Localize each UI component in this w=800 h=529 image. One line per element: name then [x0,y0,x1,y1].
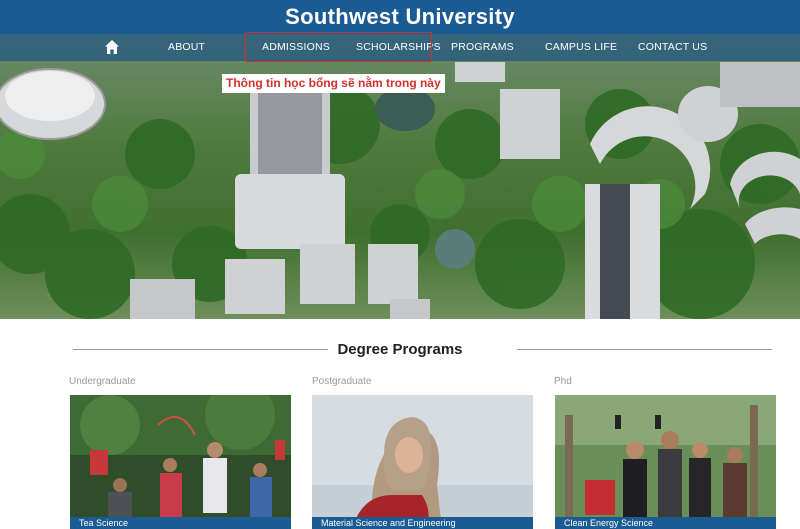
card-caption: Material Science and Engineering [312,517,533,529]
home-icon[interactable] [104,39,120,55]
clean-energy-photo [555,395,776,529]
nav-programs[interactable]: PROGRAMS [451,34,514,61]
column-label-phd: Phd [554,376,572,387]
scholarship-highlight-box [245,32,432,62]
scholarship-annotation: Thông tin học bổng sẽ nằm trong này [222,74,445,93]
program-card-clean-energy[interactable]: Clean Energy Science [555,395,776,529]
column-label-undergraduate: Undergraduate [69,376,136,387]
card-caption-text[interactable]: Clean Energy Science [564,518,653,528]
program-card-tea-science[interactable]: Tea Science [70,395,291,529]
card-caption: Clean Energy Science [555,517,776,529]
site-title[interactable]: Southwest University [0,4,800,30]
card-caption: Tea Science [70,517,291,529]
material-science-photo [312,395,533,529]
nav-contact-us[interactable]: CONTACT US [638,34,707,61]
divider-right [517,349,772,350]
program-card-material-science[interactable]: Material Science and Engineering [312,395,533,529]
nav-about[interactable]: ABOUT [168,34,205,61]
site-header: Southwest University [0,0,800,34]
column-label-postgraduate: Postgraduate [312,376,372,387]
tea-science-photo [70,395,291,529]
nav-campus-life[interactable]: CAMPUS LIFE [545,34,617,61]
card-caption-text[interactable]: Tea Science [79,518,128,528]
card-caption-text[interactable]: Material Science and Engineering [321,518,456,528]
